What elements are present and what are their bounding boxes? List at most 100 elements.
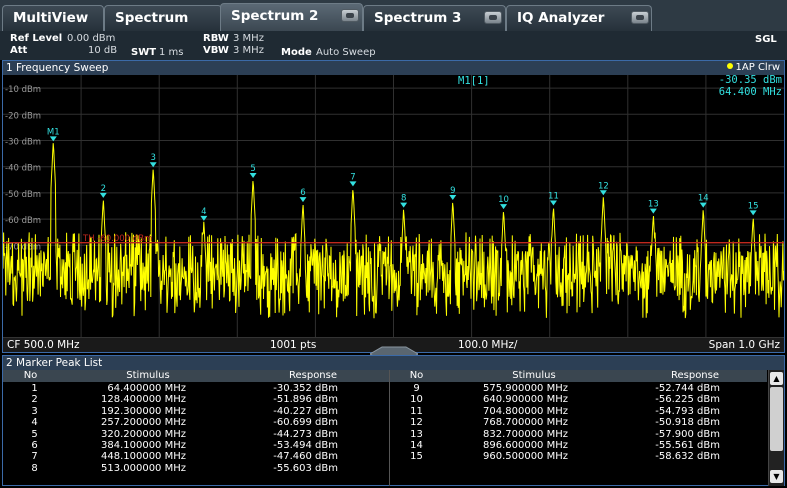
table-row[interactable]: 1 64.400000 MHz -30.352 dBm 9 575.900000 MHz… (3, 383, 767, 394)
marker-readout-name: M1[1] (458, 75, 490, 87)
cell-stimulus: 513.000000 MHz (100, 462, 186, 474)
tab-multiview[interactable]: MultiView (2, 5, 104, 31)
cell-response: -40.227 dBm (273, 405, 338, 417)
threshold-label: TH -60.000 dBm (82, 234, 152, 244)
cell-stimulus: 832.700000 MHz (482, 428, 568, 440)
frequency-sweep-window[interactable]: 1 Frequency Sweep 1AP Clrw -10 dBm -20 dB… (2, 60, 785, 353)
cell-response: -55.603 dBm (273, 462, 338, 474)
span: Span 1.0 GHz (708, 339, 780, 351)
marker-label: 8 (401, 194, 406, 204)
cell-stimulus: 192.300000 MHz (100, 405, 186, 417)
cell-stimulus: 640.900000 MHz (482, 394, 568, 406)
cell-stimulus: 128.400000 MHz (100, 394, 186, 406)
close-icon[interactable] (341, 9, 359, 22)
cell-stimulus: 257.200000 MHz (100, 417, 186, 429)
trace-dot-icon (726, 63, 733, 69)
sweep-title-text: 1 Frequency Sweep (6, 62, 109, 74)
table-row[interactable]: 3 192.300000 MHz -40.227 dBm 11 704.800000 M… (3, 406, 767, 417)
col-header-stimulus: Stimulus (126, 370, 170, 381)
y-tick-label: -10 dBm (5, 85, 41, 95)
tab-spectrum-3[interactable]: Spectrum 3 (363, 5, 506, 31)
cell-response: -58.632 dBm (655, 451, 720, 463)
rbw-label: RBW (203, 33, 229, 44)
att-label: Att (10, 45, 28, 56)
cell-response: -52.744 dBm (655, 383, 720, 394)
marker-label: M1 (47, 127, 60, 137)
settings-bar[interactable]: Ref Level 0.00 dBm Att 10 dB SWT 1 ms RB… (0, 31, 787, 60)
rbw-value: 3 MHz (233, 33, 264, 44)
table-row[interactable]: 5 320.200000 MHz -44.273 dBm 13 832.700000 M… (3, 429, 767, 440)
col-header-stimulus: Stimulus (512, 370, 556, 381)
table-row[interactable]: 7 448.100000 MHz -47.460 dBm 15 960.500000 M… (3, 451, 767, 462)
marker-peak-list[interactable]: 2 Marker Peak List No Stimulus Response … (2, 355, 785, 486)
tab-spectrum[interactable]: Spectrum (104, 5, 222, 31)
cell-stimulus: 448.100000 MHz (100, 451, 186, 463)
vbw-value: 3 MHz (233, 45, 264, 56)
close-icon[interactable] (631, 11, 649, 24)
y-tick-label: -20 dBm (5, 111, 41, 121)
cell-stimulus: 960.500000 MHz (482, 451, 568, 463)
cell-response: -51.896 dBm (273, 394, 338, 406)
col-header-no: No (409, 370, 424, 381)
ref-level-label: Ref Level (10, 33, 63, 44)
spectrum-plot[interactable]: -10 dBm -20 dBm -30 dBm -40 dBm -50 dBm -60 d… (3, 75, 784, 337)
marker-label: 14 (698, 194, 709, 204)
marker-label: 12 (598, 181, 609, 191)
tab-spectrum-2[interactable]: Spectrum 2 (220, 3, 363, 31)
marker-label: 7 (350, 172, 355, 182)
marker-label: 11 (548, 191, 559, 201)
col-header-no: No (23, 370, 38, 381)
swt-value: 1 ms (159, 47, 184, 58)
peak-list-title: 2 Marker Peak List (3, 356, 784, 370)
trace-tag: 1AP Clrw (726, 61, 780, 75)
tab-label: IQ Analyzer (517, 10, 605, 26)
cell-stimulus: 704.800000 MHz (482, 405, 568, 417)
mode-value: Auto Sweep (316, 47, 376, 58)
scroll-down-icon[interactable]: ▼ (770, 470, 783, 483)
ref-level-value: 0.00 dBm (67, 33, 116, 44)
cell-response: -57.900 dBm (655, 428, 720, 440)
marker-label: 10 (498, 195, 509, 205)
col-header-response: Response (670, 370, 720, 381)
center-frequency: CF 500.0 MHz (7, 339, 80, 351)
marker-label: 9 (450, 186, 455, 196)
tab-iq-analyzer[interactable]: IQ Analyzer (506, 5, 652, 31)
cell-stimulus: 320.200000 MHz (100, 428, 186, 440)
cell-response: -50.918 dBm (655, 417, 720, 429)
cell-response: -30.352 dBm (273, 383, 338, 394)
sweep-title: 1 Frequency Sweep (3, 61, 784, 75)
cell-response: -56.225 dBm (655, 394, 720, 406)
trace-tag-text: 1AP Clrw (735, 62, 780, 73)
scroll-thumb[interactable] (770, 387, 783, 451)
scrollbar[interactable]: ▲ ▼ (768, 370, 784, 486)
peak-list-body: 1 64.400000 MHz -30.352 dBm 9 575.900000 MHz… (3, 383, 767, 474)
marker-label: 13 (648, 200, 659, 210)
close-icon[interactable] (484, 11, 502, 24)
cell-stimulus: 768.700000 MHz (482, 417, 568, 429)
marker-label: 6 (300, 188, 305, 198)
cell-response: -54.793 dBm (655, 405, 720, 417)
tab-label: Spectrum 2 (231, 8, 319, 24)
cell-response: -44.273 dBm (273, 428, 338, 440)
marker-label: 15 (748, 201, 759, 211)
marker-label: 2 (101, 184, 106, 194)
cell-stimulus: 64.400000 MHz (107, 383, 186, 394)
cell-response: -55.561 dBm (655, 439, 720, 451)
cell-response: -60.699 dBm (273, 417, 338, 429)
table-row[interactable]: 6 384.100000 MHz -53.494 dBm 14 896.600000 M… (3, 440, 767, 451)
table-row[interactable]: 8 513.000000 MHz -55.603 dBm (3, 463, 767, 474)
table-row[interactable]: 2 128.400000 MHz -51.896 dBm 10 640.900000 M… (3, 394, 767, 405)
marker-label: 4 (201, 207, 206, 217)
tab-bar: MultiView Spectrum Spectrum 2 Spectrum 3… (0, 0, 787, 31)
marker-readout-freq: 64.400 MHz (718, 86, 782, 98)
sweep-points: 1001 pts (270, 339, 317, 351)
y-tick-label: -50 dBm (5, 190, 41, 200)
peak-list-header: No Stimulus Response No Stimulus Respons… (3, 370, 767, 382)
scroll-up-icon[interactable]: ▲ (770, 372, 783, 385)
table-row[interactable]: 4 257.200000 MHz -60.699 dBm 12 768.700000 M… (3, 417, 767, 428)
cell-stimulus: 384.100000 MHz (100, 439, 186, 451)
cell-response: -53.494 dBm (273, 439, 338, 451)
marker-readout-level: -30.35 dBm (718, 74, 782, 86)
swt-label: SWT (131, 47, 157, 58)
cell-response: -47.460 dBm (273, 451, 338, 463)
